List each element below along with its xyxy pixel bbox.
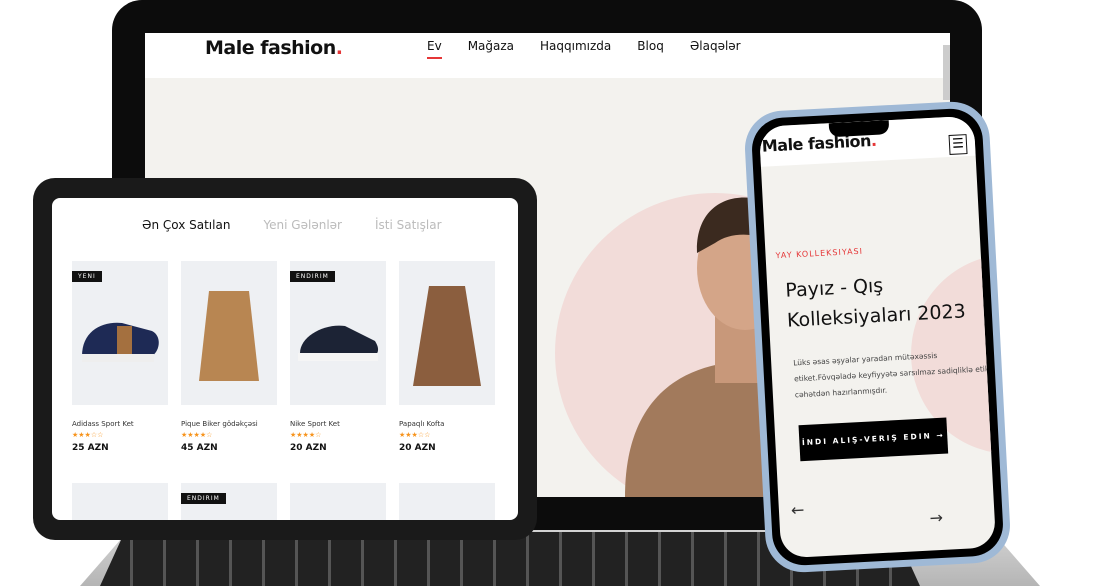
product-image[interactable]: ENDIRIM <box>290 261 386 405</box>
product-price: 20 AZN <box>399 443 436 453</box>
product-card[interactable]: Pique Biker gödəkçəsi ★★★★☆ 45 AZN <box>181 261 277 453</box>
nav-blog[interactable]: Bloq <box>637 39 664 59</box>
logo[interactable]: Male fashion. <box>205 37 343 59</box>
product-image[interactable]: ENDIRIM <box>181 483 277 520</box>
prev-arrow-icon[interactable]: ← <box>790 500 804 520</box>
next-arrow-icon[interactable]: → <box>929 508 943 528</box>
scrollbar[interactable] <box>943 45 950 100</box>
product-name[interactable]: Papaqlı Kofta <box>399 420 495 428</box>
product-image[interactable] <box>399 261 495 405</box>
main-nav: Ev Mağaza Haqqımızda Bloq Əlaqələr <box>427 39 741 59</box>
badge: ENDIRIM <box>290 271 335 282</box>
product-card[interactable]: Papaqlı Kofta ★★★☆☆ 20 AZN <box>399 261 495 453</box>
rating-stars: ★★★★☆ <box>181 431 213 439</box>
rating-stars: ★★★☆☆ <box>72 431 104 439</box>
product-price: 20 AZN <box>290 443 327 453</box>
jacket-image <box>199 291 259 381</box>
tab-best-sellers[interactable]: Ən Çox Satılan <box>142 218 230 232</box>
hero-title: Payız - Qış Kolleksiyaları 2023 <box>784 274 967 332</box>
product-name[interactable]: Nike Sport Ket <box>290 420 386 428</box>
badge: YENI <box>72 271 102 282</box>
tab-new-arrivals[interactable]: Yeni Gələnlər <box>263 218 342 232</box>
logo-dot: . <box>335 37 343 59</box>
sneaker-image <box>298 325 379 361</box>
tablet: Ən Çox Satılan Yeni Gələnlər İsti Satışl… <box>33 178 537 540</box>
shop-now-button[interactable]: İNDI ALIŞ-VERIŞ EDIN → <box>798 417 949 462</box>
nav-home[interactable]: Ev <box>427 39 442 59</box>
tab-hot-sales[interactable]: İsti Satışlar <box>375 218 442 232</box>
product-name[interactable]: Adidass Sport Ket <box>72 420 168 428</box>
tablet-website: Ən Çox Satılan Yeni Gələnlər İsti Satışl… <box>52 198 518 520</box>
product-image[interactable] <box>72 483 168 520</box>
product-card[interactable]: YENI Adidass Sport Ket ★★★☆☆ 25 AZN <box>72 261 168 453</box>
header: Male fashion. Ev Mağaza Haqqımızda Bloq … <box>145 33 950 100</box>
product-image[interactable] <box>290 483 386 520</box>
rating-stars: ★★★★☆ <box>290 431 322 439</box>
product-image[interactable] <box>399 483 495 520</box>
hero-kicker: YAY KOLLEKSIYASI <box>775 246 864 261</box>
logo-text: Male fashion <box>205 37 336 59</box>
product-card[interactable]: ENDIRIM Nike Sport Ket ★★★★☆ 20 AZN <box>290 261 386 453</box>
sneaker-image <box>82 322 159 362</box>
product-image[interactable] <box>181 261 277 405</box>
hamburger-menu-icon[interactable]: ☰ <box>948 134 968 155</box>
rating-stars: ★★★☆☆ <box>399 431 431 439</box>
nav-contact[interactable]: Əlaqələr <box>690 39 741 59</box>
product-name[interactable]: Pique Biker gödəkçəsi <box>181 420 277 428</box>
product-image[interactable]: YENI <box>72 261 168 405</box>
badge: ENDIRIM <box>181 493 226 504</box>
hoodie-image <box>413 286 481 386</box>
mobile-website: Male fashion. ☰ YAY KOLLEKSIYASI Payız -… <box>758 115 997 559</box>
product-tabs: Ən Çox Satılan Yeni Gələnlər İsti Satışl… <box>142 218 442 232</box>
nav-about[interactable]: Haqqımızda <box>540 39 611 59</box>
product-price: 45 AZN <box>181 443 218 453</box>
product-price: 25 AZN <box>72 443 109 453</box>
phone: Male fashion. ☰ YAY KOLLEKSIYASI Payız -… <box>743 99 1012 575</box>
nav-shop[interactable]: Mağaza <box>468 39 514 59</box>
